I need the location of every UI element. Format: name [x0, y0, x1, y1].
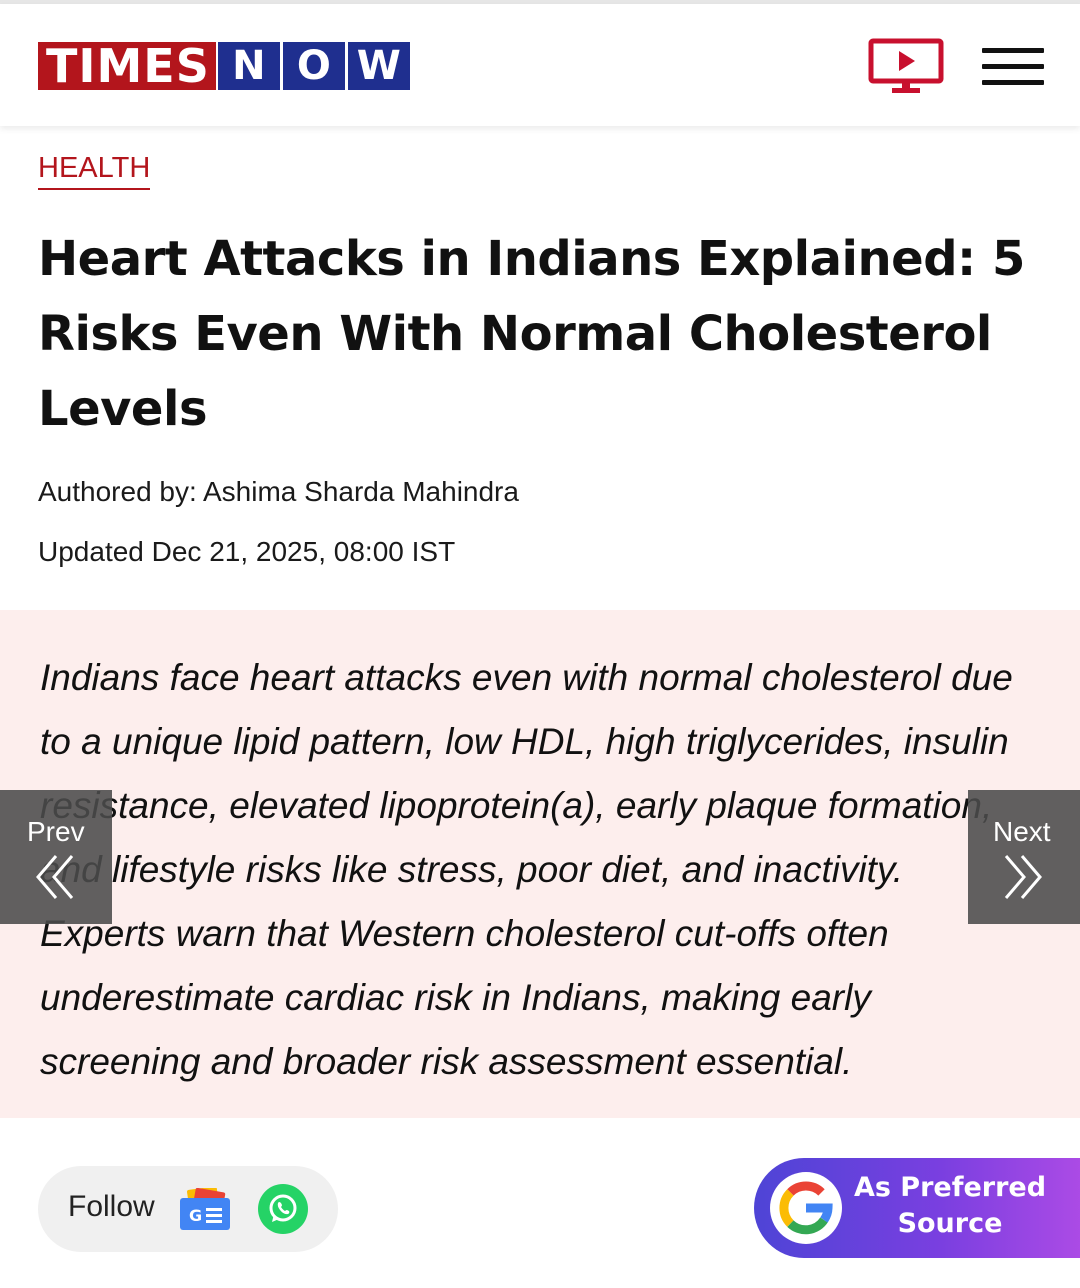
- preferred-source-line2: Source: [897, 1208, 1003, 1239]
- google-news-icon[interactable]: G: [180, 1188, 230, 1230]
- double-chevron-right-icon: [1004, 855, 1042, 899]
- prev-article-button[interactable]: Prev: [0, 790, 112, 924]
- logo-now-block: N O W: [217, 42, 413, 90]
- timesnow-logo[interactable]: TIMES N O W: [38, 42, 413, 90]
- preferred-source-line1: As Preferred: [853, 1172, 1047, 1203]
- logo-now-letter-n: N: [217, 42, 280, 90]
- logo-now-letter-o: O: [282, 42, 345, 90]
- article-summary-box: Indians face heart attacks even with nor…: [0, 610, 1080, 1118]
- article-author: Authored by: Ashima Sharda Mahindra: [38, 476, 519, 507]
- article-headline: Heart Attacks in Indians Explained: 5 Ri…: [38, 231, 1025, 437]
- article-updated-time: Updated Dec 21, 2025, 08:00 IST: [38, 536, 456, 567]
- follow-label: Follow: [68, 1190, 155, 1223]
- prev-label: Prev: [27, 816, 85, 847]
- next-label: Next: [993, 816, 1051, 847]
- next-article-button[interactable]: Next: [968, 790, 1080, 924]
- follow-bar: Follow G: [38, 1166, 338, 1252]
- hamburger-menu-icon[interactable]: [982, 48, 1044, 88]
- article-summary-text: Indians face heart attacks even with nor…: [40, 657, 1013, 1082]
- site-header: TIMES N O W: [0, 4, 1080, 126]
- double-chevron-left-icon: [36, 855, 74, 899]
- svg-text:G: G: [189, 1206, 202, 1225]
- logo-times-text: TIMES: [38, 42, 216, 90]
- google-g-icon: [779, 1181, 833, 1235]
- google-g-icon-wrap: [770, 1172, 842, 1244]
- category-link-health[interactable]: HEALTH: [38, 152, 151, 190]
- live-tv-icon[interactable]: [868, 38, 944, 96]
- whatsapp-icon[interactable]: [258, 1184, 308, 1234]
- logo-now-letter-w: W: [347, 42, 410, 90]
- preferred-source-text: As Preferred Source: [850, 1170, 1050, 1242]
- preferred-source-button[interactable]: As Preferred Source: [754, 1158, 1080, 1258]
